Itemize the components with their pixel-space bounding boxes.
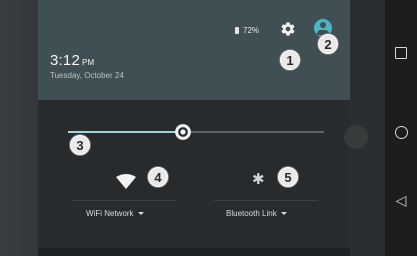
wifi-divider (72, 200, 176, 201)
chevron-down-icon (137, 212, 144, 215)
quick-settings-panel (38, 100, 350, 256)
battery-icon (235, 27, 239, 34)
battery-percent: 72% (243, 26, 260, 35)
back-button[interactable]: ◁ (385, 193, 417, 209)
recent-apps-icon (395, 47, 407, 59)
clock: 3:12 PM (50, 52, 94, 69)
bluetooth-link-label: Bluetooth Link (226, 209, 277, 218)
clock-time: 3:12 (50, 52, 80, 69)
recent-apps-button[interactable] (385, 44, 417, 63)
home-icon (394, 126, 408, 139)
callout-badge-3: 3 (70, 135, 90, 155)
shade-bottom-strip (38, 248, 350, 256)
back-icon: ◁ (395, 193, 407, 209)
callout-badge-4: 4 (148, 167, 168, 187)
date-text: Tuesday, October 24 (50, 71, 124, 80)
background-app-icon (344, 125, 368, 149)
wifi-network-dropdown[interactable]: WiFi Network (86, 209, 144, 218)
brightness-slider-fill (68, 131, 183, 133)
settings-icon[interactable] (280, 21, 296, 37)
clock-ampm: PM (82, 58, 95, 67)
home-button[interactable] (385, 124, 417, 143)
chevron-down-icon (280, 212, 287, 215)
notification-shade: 72% 3:12 PM Tuesday, October 24 ✱ WiFi Ne… (38, 0, 368, 256)
bluetooth-link-dropdown[interactable]: Bluetooth Link (226, 209, 287, 218)
callout-badge-2: 2 (318, 34, 338, 54)
callout-badge-5: 5 (278, 167, 298, 187)
bluetooth-divider (214, 200, 318, 201)
battery-status: 72% (235, 26, 259, 35)
callout-badge-1: 1 (280, 50, 300, 70)
shade-header: 72% 3:12 PM Tuesday, October 24 (38, 0, 350, 100)
wifi-icon[interactable] (116, 174, 136, 190)
wifi-network-label: WiFi Network (86, 209, 134, 218)
background-app-left (0, 0, 38, 256)
brightness-slider-thumb-icon[interactable] (174, 123, 192, 141)
bluetooth-icon[interactable]: ✱ (252, 170, 266, 190)
navigation-bar: ◁ (385, 0, 417, 256)
